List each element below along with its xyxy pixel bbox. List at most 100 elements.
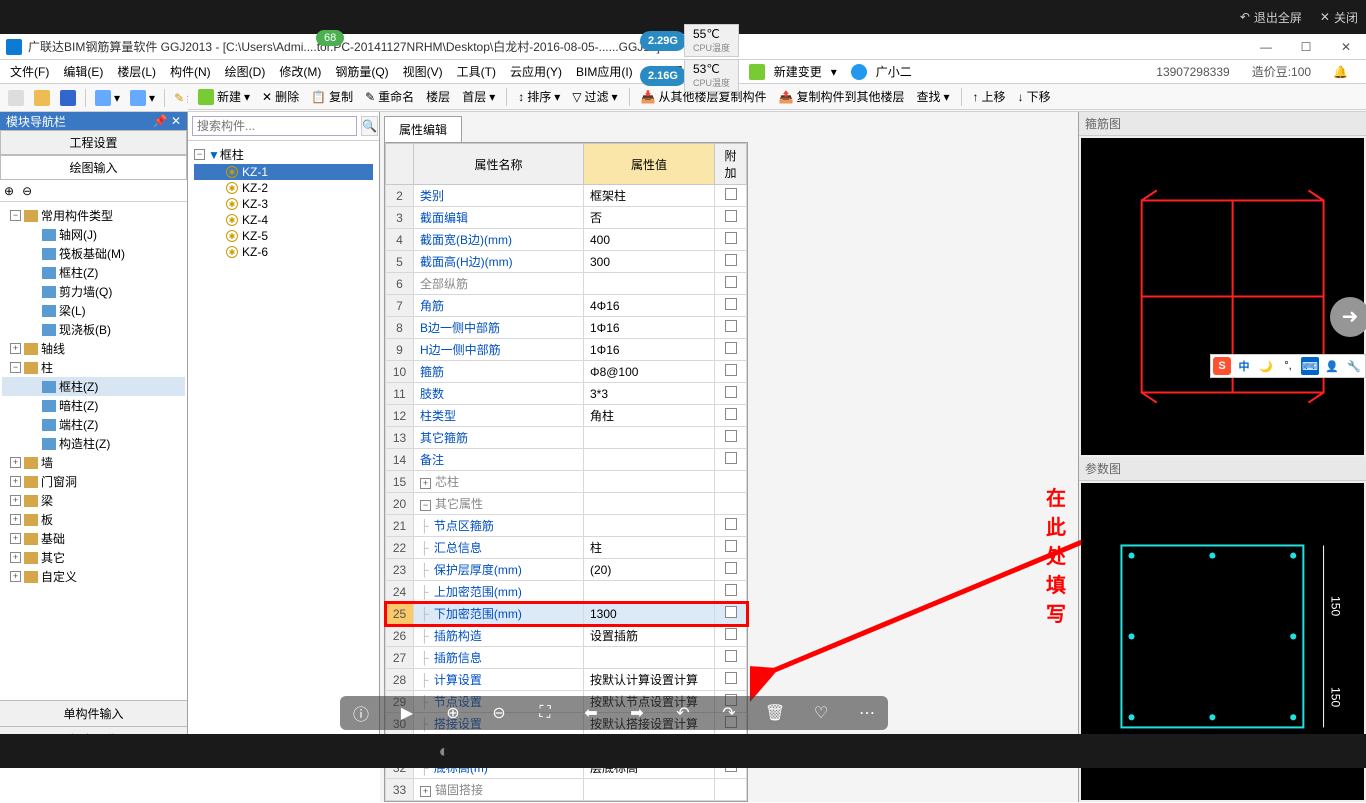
kz-item[interactable]: ✱KZ-2 bbox=[194, 180, 373, 196]
kz-item[interactable]: ✱KZ-6 bbox=[194, 244, 373, 260]
close-panel-icon[interactable]: ✕ bbox=[171, 114, 181, 128]
kz-item[interactable]: ✱KZ-1 bbox=[194, 164, 373, 180]
kz-list[interactable]: −▼ 框柱✱KZ-1✱KZ-2✱KZ-3✱KZ-4✱KZ-5✱KZ-6 bbox=[188, 141, 379, 264]
pin-icon[interactable]: 📌 bbox=[153, 114, 168, 128]
kz-item[interactable]: ✱KZ-3 bbox=[194, 196, 373, 212]
zoomin-icon[interactable]: ⊕ bbox=[442, 702, 464, 724]
tree-node[interactable]: 现浇板(B) bbox=[2, 320, 185, 339]
menu-modify[interactable]: 修改(M) bbox=[273, 61, 327, 82]
tree-node[interactable]: +门窗洞 bbox=[2, 472, 185, 491]
property-row[interactable]: 9H边一侧中部筋1Φ16 bbox=[386, 339, 747, 361]
menu-draw[interactable]: 绘图(D) bbox=[219, 61, 272, 82]
property-row[interactable]: 13其它箍筋 bbox=[386, 427, 747, 449]
property-row[interactable]: 12柱类型角柱 bbox=[386, 405, 747, 427]
property-row[interactable]: 5截面高(H边)(mm)300 bbox=[386, 251, 747, 273]
property-row[interactable]: 7角筋4Φ16 bbox=[386, 295, 747, 317]
tree-node[interactable]: 梁(L) bbox=[2, 301, 185, 320]
zoomout-icon[interactable]: ⊖ bbox=[488, 702, 510, 724]
tree-node[interactable]: +基础 bbox=[2, 529, 185, 548]
user-button[interactable]: 广小二 bbox=[845, 59, 924, 84]
tool-undo[interactable]: ▾ bbox=[91, 88, 124, 108]
property-row[interactable]: 23├ 保护层厚度(mm)(20) bbox=[386, 559, 747, 581]
btn-filter[interactable]: ▽ 过滤 ▾ bbox=[568, 86, 621, 107]
btn-new[interactable]: 新建 ▾ bbox=[194, 86, 254, 107]
property-row[interactable]: 33+锚固搭接 bbox=[386, 779, 747, 801]
property-row[interactable]: 2类别框架柱 bbox=[386, 185, 747, 207]
taskbar-app-icon[interactable]: ◐ bbox=[430, 737, 458, 765]
tree-node[interactable]: +自定义 bbox=[2, 567, 185, 586]
tab-single[interactable]: 单构件输入 bbox=[0, 700, 187, 726]
tree-node[interactable]: 构造柱(Z) bbox=[2, 434, 185, 453]
fit-icon[interactable]: ⛶ bbox=[534, 702, 556, 724]
property-row[interactable]: 3截面编辑否 bbox=[386, 207, 747, 229]
next-preview-icon[interactable]: ➜ bbox=[1330, 297, 1366, 337]
property-row[interactable]: 4截面宽(B边)(mm)400 bbox=[386, 229, 747, 251]
rotl-icon[interactable]: ↶ bbox=[672, 702, 694, 724]
prev-icon[interactable]: ⬅ bbox=[580, 702, 602, 724]
maximize-button[interactable]: ☐ bbox=[1286, 34, 1326, 60]
property-row[interactable]: 6全部纵筋 bbox=[386, 273, 747, 295]
component-tree[interactable]: −常用构件类型轴网(J)筏板基础(M)框柱(Z)剪力墙(Q)梁(L)现浇板(B)… bbox=[0, 202, 187, 700]
menu-cloud[interactable]: 云应用(Y) bbox=[504, 61, 568, 82]
tree-node[interactable]: +梁 bbox=[2, 491, 185, 510]
menu-file[interactable]: 文件(F) bbox=[4, 61, 55, 82]
menu-bim[interactable]: BIM应用(I) bbox=[570, 61, 639, 82]
more-icon[interactable]: ⋯ bbox=[856, 702, 878, 724]
property-row[interactable]: 25├ 下加密范围(mm)1300 bbox=[386, 603, 747, 625]
property-tab[interactable]: 属性编辑 bbox=[384, 116, 462, 142]
fav-icon[interactable]: ♡ bbox=[810, 702, 832, 724]
tool-redo[interactable]: ▾ bbox=[126, 88, 159, 108]
btn-down[interactable]: ↓ 下移 bbox=[1014, 86, 1055, 107]
ime-user-icon[interactable]: 👤 bbox=[1323, 357, 1341, 375]
tree-node[interactable]: 端柱(Z) bbox=[2, 415, 185, 434]
property-row[interactable]: 26├ 插筋构造设置插筋 bbox=[386, 625, 747, 647]
tree-node[interactable]: −柱 bbox=[2, 358, 185, 377]
ppt-icon[interactable]: ▶ bbox=[396, 702, 418, 724]
btn-delete[interactable]: ✕ 删除 bbox=[258, 86, 303, 107]
menu-view[interactable]: 视图(V) bbox=[397, 61, 449, 82]
btn-rename[interactable]: ✎ 重命名 bbox=[361, 86, 418, 107]
property-row[interactable]: 22├ 汇总信息柱 bbox=[386, 537, 747, 559]
tree-node[interactable]: 筏板基础(M) bbox=[2, 244, 185, 263]
property-row[interactable]: 27├ 插筋信息 bbox=[386, 647, 747, 669]
new-change-button[interactable]: 新建变更 ▾ bbox=[743, 59, 843, 84]
property-row[interactable]: 14备注 bbox=[386, 449, 747, 471]
expand-icon[interactable]: ⊕ bbox=[4, 184, 14, 198]
menu-floor[interactable]: 楼层(L) bbox=[111, 61, 162, 82]
btn-copyto[interactable]: 📤 复制构件到其他楼层 bbox=[775, 86, 909, 107]
tree-node[interactable]: 轴网(J) bbox=[2, 225, 185, 244]
kz-item[interactable]: ✱KZ-5 bbox=[194, 228, 373, 244]
property-row[interactable]: 28├ 计算设置按默认计算设置计算 bbox=[386, 669, 747, 691]
menu-component[interactable]: 构件(N) bbox=[164, 61, 217, 82]
tree-node[interactable]: +墙 bbox=[2, 453, 185, 472]
tree-node[interactable]: +轴线 bbox=[2, 339, 185, 358]
btn-up[interactable]: ↑ 上移 bbox=[969, 86, 1010, 107]
close-window-button[interactable]: ✕ bbox=[1326, 34, 1366, 60]
property-row[interactable]: 10箍筋Φ8@100 bbox=[386, 361, 747, 383]
tree-node[interactable]: +板 bbox=[2, 510, 185, 529]
ime-punct-icon[interactable]: °, bbox=[1279, 357, 1297, 375]
ime-keyboard-icon[interactable]: ⌨ bbox=[1301, 357, 1319, 375]
bell-icon[interactable]: 🔔 bbox=[1327, 63, 1354, 81]
tree-node[interactable]: 暗柱(Z) bbox=[2, 396, 185, 415]
ime-tool-icon[interactable]: 🔧 bbox=[1345, 357, 1363, 375]
close-button[interactable]: ✕关闭 bbox=[1320, 9, 1358, 26]
btn-find2[interactable]: 查找 ▾ bbox=[913, 86, 954, 107]
tree-node[interactable]: 框柱(Z) bbox=[2, 263, 185, 282]
ime-lang[interactable]: 中 bbox=[1235, 357, 1253, 375]
menu-tools[interactable]: 工具(T) bbox=[451, 61, 502, 82]
tree-node[interactable]: 框柱(Z) bbox=[2, 377, 185, 396]
ime-toolbar[interactable]: S 中 🌙 °, ⌨ 👤 🔧 bbox=[1210, 354, 1366, 378]
tree-node[interactable]: −常用构件类型 bbox=[2, 206, 185, 225]
property-row[interactable]: 20−其它属性 bbox=[386, 493, 747, 515]
tab-draw[interactable]: 绘图输入 bbox=[0, 155, 187, 180]
rotr-icon[interactable]: ↷ bbox=[718, 702, 740, 724]
property-row[interactable]: 24├ 上加密范围(mm) bbox=[386, 581, 747, 603]
tool-open[interactable] bbox=[30, 88, 54, 108]
search-button[interactable]: 🔍 bbox=[361, 116, 378, 136]
tree-node[interactable]: +其它 bbox=[2, 548, 185, 567]
menu-edit[interactable]: 编辑(E) bbox=[57, 61, 109, 82]
floor-select[interactable]: 首层 ▾ bbox=[458, 86, 499, 107]
property-row[interactable]: 11肢数3*3 bbox=[386, 383, 747, 405]
property-row[interactable]: 21├ 节点区箍筋 bbox=[386, 515, 747, 537]
